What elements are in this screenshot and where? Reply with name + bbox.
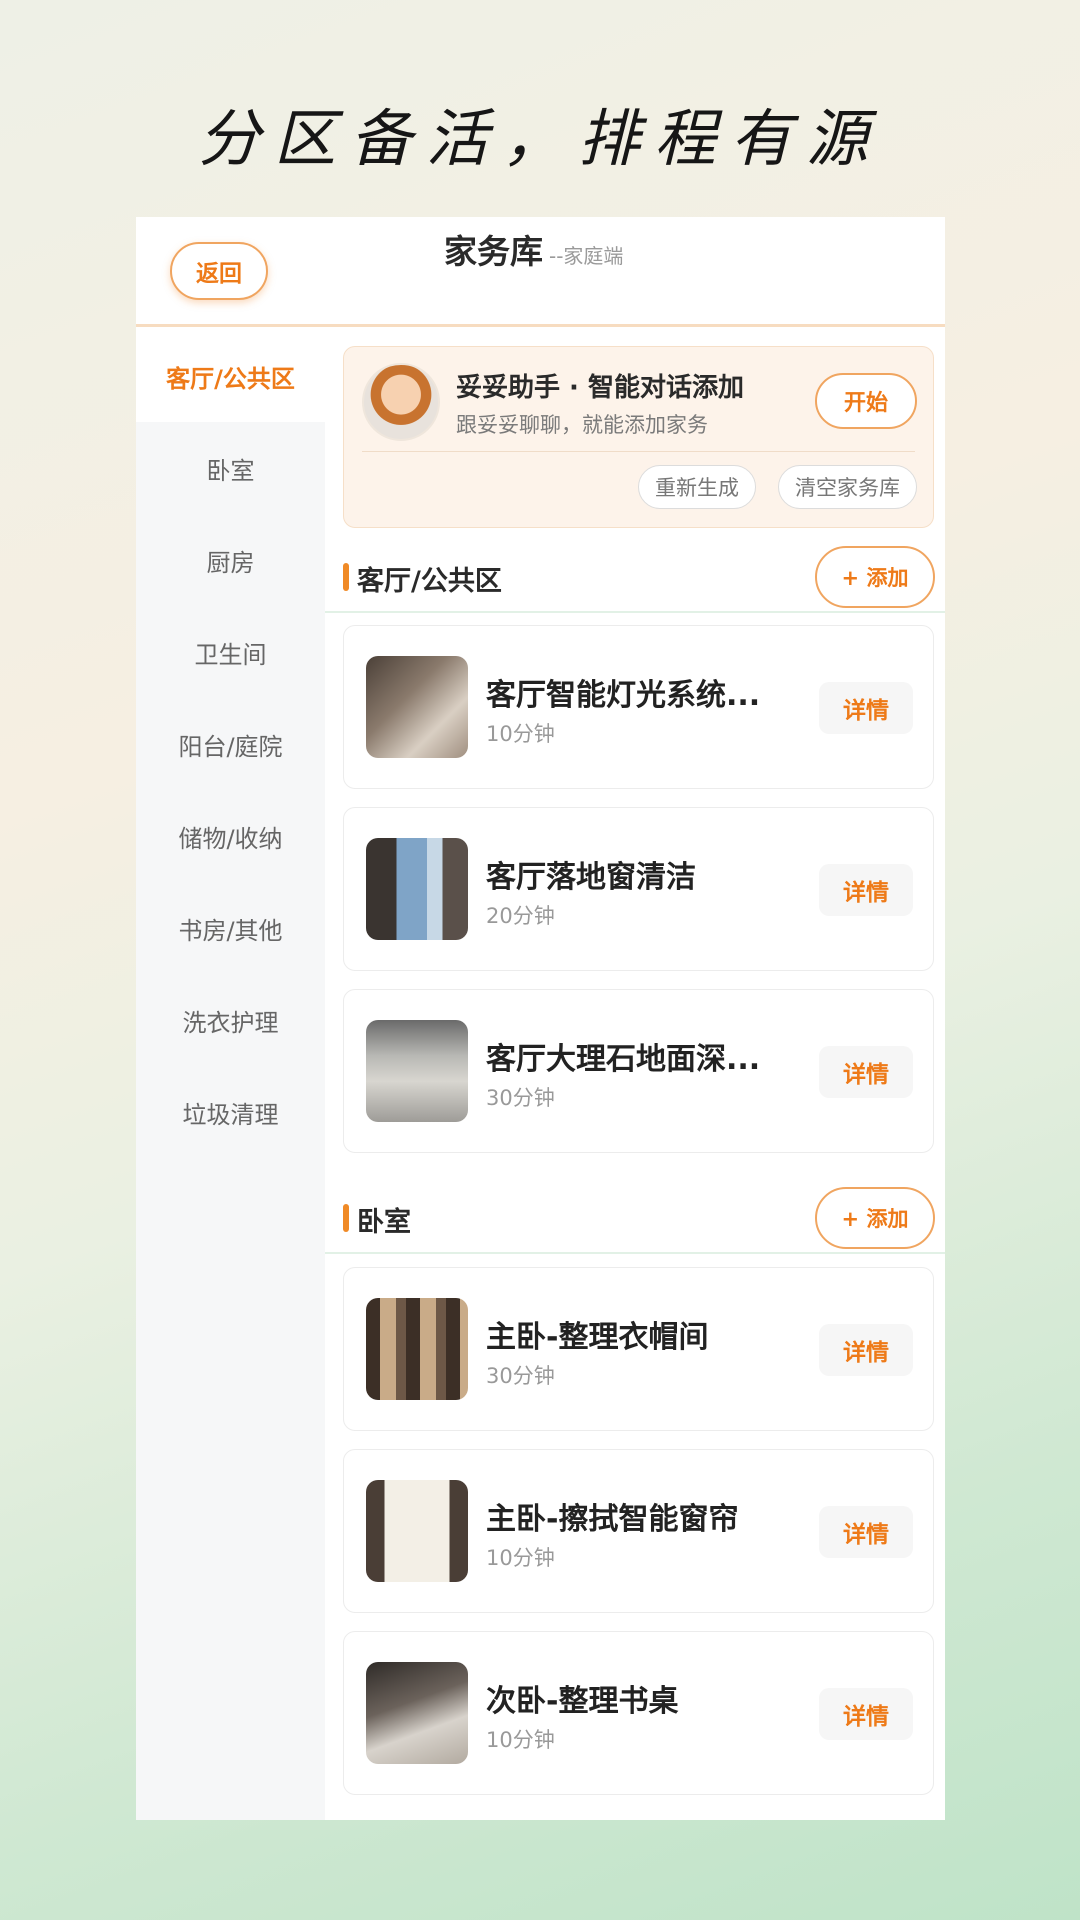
section-accent-bar [343,1204,349,1232]
chore-title: 客厅落地窗清洁 [486,860,696,895]
chore-title: 次卧-整理书桌 [486,1684,679,1719]
promo-tagline: 分区备活，排程有源 [197,102,882,175]
chore-card[interactable]: 主卧-整理衣帽间 30分钟 详情 [343,1267,934,1431]
section-title: 客厅/公共区 [357,566,502,597]
assistant-card: 妥妥助手 · 智能对话添加 跟妥妥聊聊，就能添加家务 开始 重新生成 清空家务库 [343,346,934,528]
section-header: 客厅/公共区 + 添加 [325,543,945,613]
detail-button[interactable]: 详情 [819,682,913,734]
chore-thumbnail [366,1298,468,1400]
chore-thumbnail [366,656,468,758]
detail-button[interactable]: 详情 [819,1046,913,1098]
section-accent-bar [343,563,349,591]
chore-duration: 10分钟 [486,1728,555,1752]
chore-card[interactable]: 客厅落地窗清洁 20分钟 详情 [343,807,934,971]
chore-title: 主卧-整理衣帽间 [486,1320,709,1355]
regenerate-button[interactable]: 重新生成 [638,465,756,509]
assistant-subtitle: 跟妥妥聊聊，就能添加家务 [456,413,708,437]
chore-card[interactable]: 主卧-擦拭智能窗帘 10分钟 详情 [343,1449,934,1613]
back-button[interactable]: 返回 [170,242,268,300]
sidebar-item-bathroom[interactable]: 卫生间 [136,606,325,698]
chore-duration: 10分钟 [486,722,555,746]
assistant-avatar [362,363,440,441]
chore-thumbnail [366,1662,468,1764]
assistant-title: 妥妥助手 · 智能对话添加 [456,373,744,403]
add-chore-button[interactable]: + 添加 [815,546,935,608]
add-chore-button[interactable]: + 添加 [815,1187,935,1249]
page-title-group: 家务库 --家庭端 [444,225,623,273]
chore-card[interactable]: 客厅智能灯光系统... 10分钟 详情 [343,625,934,789]
chore-thumbnail [366,1480,468,1582]
category-sidebar: 客厅/公共区 卧室 厨房 卫生间 阳台/庭院 储物/收纳 书房/其他 洗衣护理 … [136,330,325,1820]
sidebar-item-garbage[interactable]: 垃圾清理 [136,1066,325,1158]
chore-card[interactable]: 客厅大理石地面深... 30分钟 详情 [343,989,934,1153]
sidebar-item-bedroom[interactable]: 卧室 [136,422,325,514]
sidebar-item-storage[interactable]: 储物/收纳 [136,790,325,882]
chore-duration: 30分钟 [486,1364,555,1388]
page-subtitle: --家庭端 [549,244,624,268]
section-title: 卧室 [357,1207,411,1238]
clear-library-button[interactable]: 清空家务库 [778,465,917,509]
chore-thumbnail [366,1020,468,1122]
detail-button[interactable]: 详情 [819,1506,913,1558]
section-header: 卧室 + 添加 [325,1184,945,1254]
chore-duration: 10分钟 [486,1546,555,1570]
detail-button[interactable]: 详情 [819,1688,913,1740]
detail-button[interactable]: 详情 [819,864,913,916]
chore-card[interactable]: 次卧-整理书桌 10分钟 详情 [343,1631,934,1795]
chore-title: 客厅大理石地面深... [486,1042,761,1077]
page-title: 家务库 [444,232,543,271]
detail-button[interactable]: 详情 [819,1324,913,1376]
sidebar-item-laundry[interactable]: 洗衣护理 [136,974,325,1066]
start-chat-button[interactable]: 开始 [815,373,917,429]
top-bar: 返回 家务库 --家庭端 [136,217,945,327]
sidebar-item-study[interactable]: 书房/其他 [136,882,325,974]
sidebar-item-kitchen[interactable]: 厨房 [136,514,325,606]
chore-list-panel: 妥妥助手 · 智能对话添加 跟妥妥聊聊，就能添加家务 开始 重新生成 清空家务库… [325,330,945,1820]
chore-title: 客厅智能灯光系统... [486,678,761,713]
chore-duration: 20分钟 [486,904,555,928]
sidebar-item-living-room[interactable]: 客厅/公共区 [136,330,325,422]
sidebar-item-balcony[interactable]: 阳台/庭院 [136,698,325,790]
divider [362,451,915,452]
chore-thumbnail [366,838,468,940]
app-screen: 返回 家务库 --家庭端 客厅/公共区 卧室 厨房 卫生间 阳台/庭院 储物/收… [136,217,945,1820]
chore-duration: 30分钟 [486,1086,555,1110]
chore-title: 主卧-擦拭智能窗帘 [486,1502,739,1537]
